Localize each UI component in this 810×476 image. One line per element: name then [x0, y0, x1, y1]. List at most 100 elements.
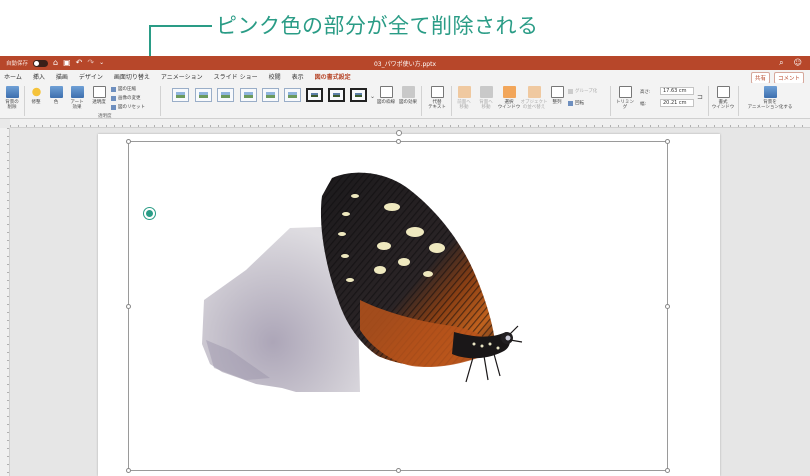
- crop-button[interactable]: トリミング: [615, 86, 635, 110]
- reset-picture-button[interactable]: 図のリセット: [111, 104, 145, 110]
- group-button[interactable]: グループ化: [568, 88, 597, 94]
- align-label: 整列: [552, 100, 562, 105]
- picture-border-button[interactable]: 図の枠線: [376, 86, 396, 105]
- annotation-callout-text: ピンク色の部分が全て削除される: [216, 14, 539, 38]
- align-button[interactable]: 整列: [550, 86, 564, 105]
- arrange-objects-button[interactable]: オブジェクト の並べ替え: [520, 86, 548, 110]
- width-label: 幅:: [640, 102, 647, 107]
- crop-icon: [618, 86, 632, 98]
- format-pane-button[interactable]: 書式 ウインドウ: [712, 86, 734, 110]
- picture-selection-frame[interactable]: [126, 130, 670, 473]
- resize-handle-s[interactable]: [396, 468, 401, 473]
- change-picture-button[interactable]: 画像の変更: [111, 95, 141, 101]
- width-field[interactable]: 20.21 cm: [660, 99, 694, 107]
- annotation-pointer-dot: [144, 208, 155, 219]
- selection-pane-button[interactable]: 選択 ウインドウ: [497, 86, 521, 110]
- picture-style-1[interactable]: [172, 88, 189, 102]
- remove-background-icon: [5, 86, 19, 98]
- title-bar-right: ⌕ ☺: [779, 58, 802, 68]
- picture-style-6[interactable]: [284, 88, 301, 102]
- arrange-objects-label: オブジェクト の並べ替え: [520, 100, 548, 110]
- artistic-effects-label: アート 効果: [70, 100, 84, 110]
- tab-picture-format[interactable]: 図の書式設定: [314, 70, 351, 84]
- resize-handle-e[interactable]: [665, 304, 670, 309]
- height-label: 高さ:: [640, 90, 651, 95]
- group-icon: [568, 88, 573, 94]
- alt-text-icon: [430, 86, 444, 98]
- resize-handle-w[interactable]: [126, 304, 131, 309]
- selection-pane-label: 選択 ウインドウ: [497, 100, 521, 110]
- animate-background-icon: [763, 86, 777, 98]
- picture-style-9[interactable]: [350, 88, 367, 102]
- resize-handle-sw[interactable]: [126, 468, 131, 473]
- picture-style-3[interactable]: [217, 88, 234, 102]
- search-icon[interactable]: ⌕: [779, 58, 783, 68]
- remove-background-button[interactable]: 背景の 削除: [4, 86, 20, 110]
- send-backward-icon: [479, 86, 493, 98]
- align-icon: [550, 86, 564, 98]
- pen-icon: [379, 86, 393, 98]
- selection-pane-icon: [502, 86, 516, 98]
- corrections-label: 修整: [31, 100, 41, 105]
- rotate-button[interactable]: 回転: [568, 100, 584, 106]
- title-bar: 自動保存 ⌂ ▣ ↶ ↷ ⌄ 03_パワポ使い方.pptx ⌕ ☺: [0, 56, 810, 70]
- height-field[interactable]: 17.63 cm: [660, 87, 694, 95]
- lock-aspect-icon[interactable]: ⊐: [697, 93, 703, 101]
- transparency-icon: [92, 86, 106, 98]
- tab-slideshow[interactable]: スライド ショー: [214, 70, 258, 83]
- horizontal-ruler: [10, 119, 810, 128]
- picture-style-7[interactable]: [306, 88, 323, 102]
- chevron-down-icon[interactable]: ⌄: [370, 93, 375, 100]
- animate-background-label: 背景を アニメーション化する: [747, 100, 793, 110]
- format-pane-icon: [716, 86, 730, 98]
- resize-handle-se[interactable]: [665, 468, 670, 473]
- smiley-icon[interactable]: ☺: [794, 58, 802, 68]
- resize-handle-ne[interactable]: [665, 139, 670, 144]
- color-button[interactable]: 色: [48, 86, 64, 105]
- picture-style-5[interactable]: [262, 88, 279, 102]
- color-icon: [49, 86, 63, 98]
- ribbon-tabs: ホーム 挿入 描画 デザイン 画面切り替え アニメーション スライド ショー 校…: [0, 70, 810, 84]
- transparency-label: 透明度: [92, 100, 106, 105]
- compress-label: 図の圧縮: [118, 87, 136, 92]
- compress-pictures-button[interactable]: 図の圧縮: [111, 86, 136, 92]
- tab-review[interactable]: 校閲: [269, 70, 281, 83]
- tab-animations[interactable]: アニメーション: [161, 70, 203, 83]
- resize-handle-nw[interactable]: [126, 139, 131, 144]
- picture-effects-label: 図の効果: [399, 100, 417, 105]
- picture-style-8[interactable]: [328, 88, 345, 102]
- bring-forward-button[interactable]: 前面へ 移動: [456, 86, 472, 110]
- group-label: グループ化: [575, 89, 598, 94]
- annotation-leader-line-horizontal: [150, 25, 212, 27]
- tab-insert[interactable]: 挿入: [33, 70, 45, 83]
- alt-text-button[interactable]: 代替 テキスト: [428, 86, 446, 110]
- artistic-effects-icon: [70, 86, 84, 98]
- rotate-icon: [568, 100, 573, 106]
- color-label: 色: [53, 100, 59, 105]
- picture-style-2[interactable]: [195, 88, 212, 102]
- rotate-handle[interactable]: [396, 130, 402, 136]
- tab-transitions[interactable]: 画面切り替え: [114, 70, 150, 83]
- corrections-button[interactable]: 修整: [28, 86, 44, 105]
- crop-label: トリミング: [616, 100, 634, 110]
- bring-forward-icon: [457, 86, 471, 98]
- send-backward-button[interactable]: 背面へ 移動: [478, 86, 494, 110]
- tab-draw[interactable]: 描画: [56, 70, 68, 83]
- tab-design[interactable]: デザイン: [79, 70, 103, 83]
- tab-home[interactable]: ホーム: [4, 70, 22, 83]
- picture-effects-button[interactable]: 図の効果: [398, 86, 418, 105]
- document-title: 03_パワポ使い方.pptx: [373, 61, 437, 68]
- artistic-effects-button[interactable]: アート 効果: [68, 86, 86, 110]
- reset-picture-label: 図のリセット: [118, 105, 145, 110]
- alt-text-label: 代替 テキスト: [428, 100, 446, 110]
- resize-handle-n[interactable]: [396, 139, 401, 144]
- compress-icon: [111, 86, 116, 92]
- animate-background-button[interactable]: 背景を アニメーション化する: [742, 86, 798, 110]
- change-picture-icon: [111, 95, 116, 101]
- screenshot-root: ピンク色の部分が全て削除される 自動保存 ⌂ ▣ ↶ ↷ ⌄ 03_パワポ使い方…: [0, 0, 810, 476]
- picture-style-4[interactable]: [240, 88, 257, 102]
- transparency-button[interactable]: 透明度: [90, 86, 108, 105]
- arrange-objects-icon: [527, 86, 541, 98]
- tab-view[interactable]: 表示: [292, 70, 304, 83]
- vertical-ruler: [0, 128, 10, 476]
